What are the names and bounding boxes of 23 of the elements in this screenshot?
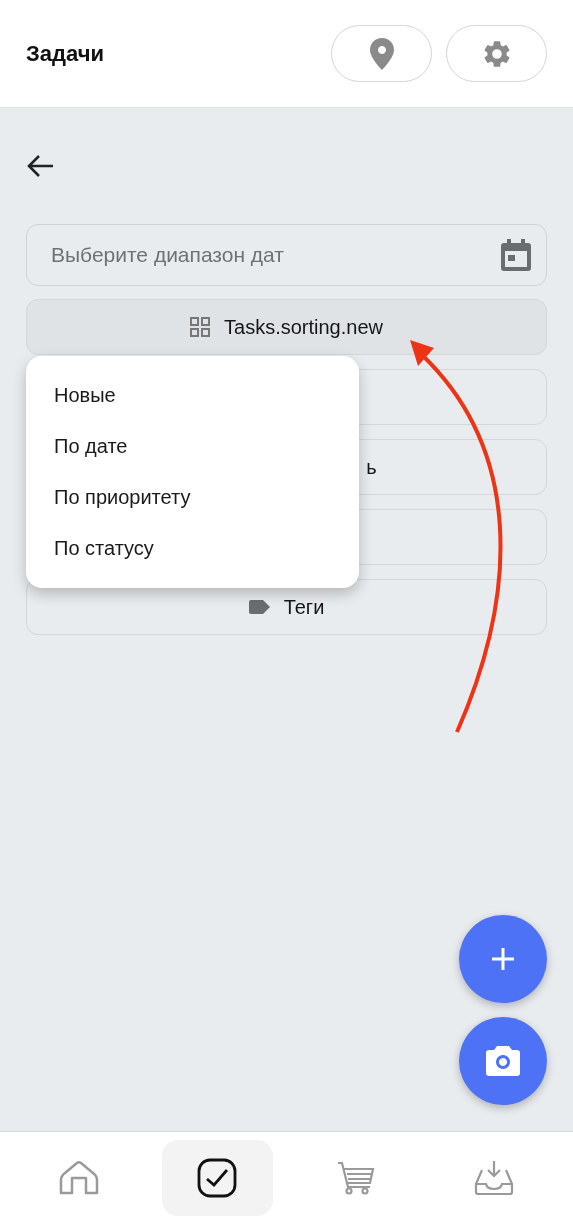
tag-icon xyxy=(248,600,270,614)
menu-item[interactable]: По приоритету xyxy=(26,472,359,523)
plus-icon xyxy=(491,947,515,971)
location-pin-icon xyxy=(369,37,394,70)
menu-item[interactable]: По статусу xyxy=(26,523,359,574)
date-range-field[interactable]: Выберите диапазон дат xyxy=(26,224,547,286)
grid-icon xyxy=(190,317,210,337)
menu-item[interactable]: Новые xyxy=(26,370,359,421)
cart-icon xyxy=(336,1161,375,1195)
settings-button[interactable] xyxy=(446,25,547,82)
camera-button[interactable] xyxy=(459,1017,547,1105)
camera-icon xyxy=(486,1046,520,1076)
calendar-icon xyxy=(501,239,531,271)
nav-tab[interactable] xyxy=(161,1140,273,1216)
home-icon xyxy=(59,1160,100,1196)
add-button[interactable] xyxy=(459,915,547,1003)
location-button[interactable] xyxy=(331,25,432,82)
checkbox-icon xyxy=(197,1158,238,1198)
page-title: Задачи xyxy=(26,40,105,67)
back-arrow-icon xyxy=(26,154,54,178)
sort-button[interactable]: Tasks.sorting.new xyxy=(26,299,547,355)
inbox-download-icon xyxy=(473,1160,514,1196)
menu-item[interactable]: По дате xyxy=(26,421,359,472)
